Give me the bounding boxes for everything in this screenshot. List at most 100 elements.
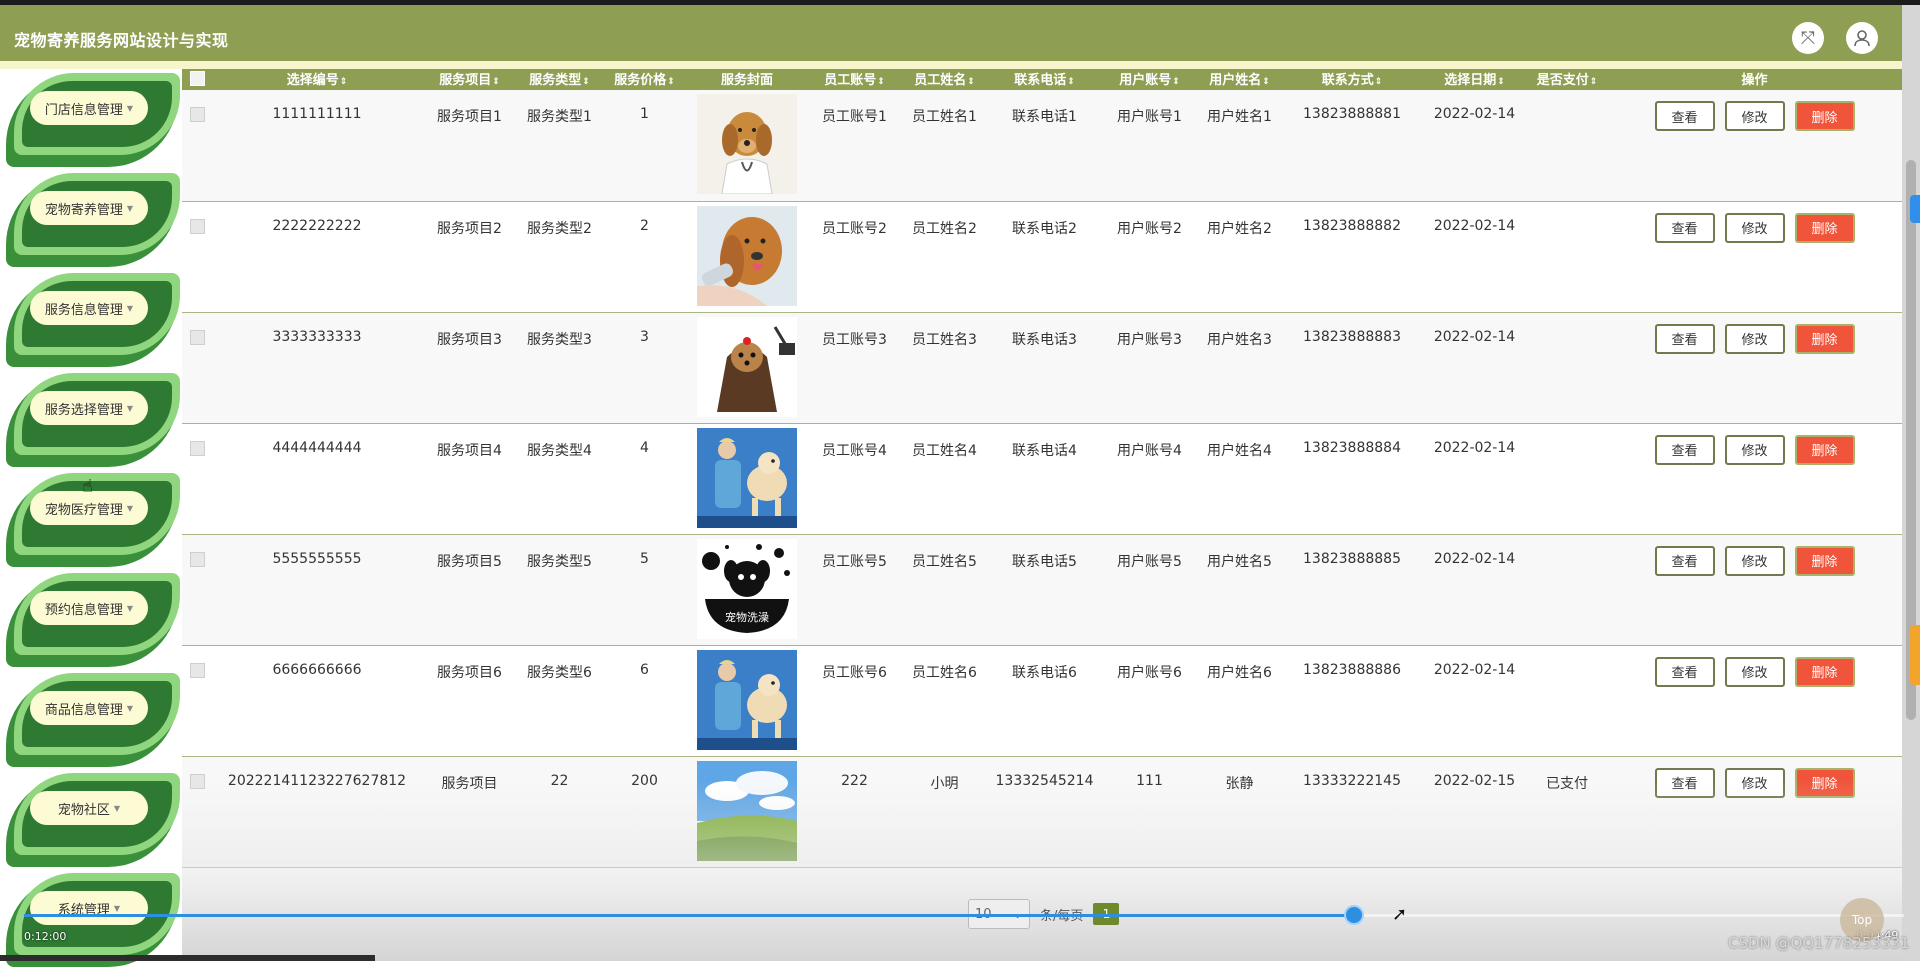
sidebar-item-system[interactable]: 系统管理 ▼: [0, 869, 182, 969]
col-header-cover: 服务封面: [687, 69, 807, 90]
row-checkbox[interactable]: [189, 329, 205, 345]
cell-price: 6: [640, 661, 649, 678]
video-progress-knob[interactable]: [1344, 905, 1364, 925]
video-progress-fill: [24, 914, 1354, 917]
fullscreen-icon[interactable]: ⤧: [1792, 22, 1824, 54]
cell-user-name: 用户姓名5: [1207, 553, 1272, 570]
delete-button[interactable]: 删除: [1794, 545, 1855, 576]
cell-price: 3: [640, 328, 649, 345]
table-row: 3333333333 服务项目3 服务类型3 3 员工账号3 员工姓名3 联系电…: [182, 312, 1902, 424]
sidebar-item-store[interactable]: 门店信息管理 ▼: [0, 69, 182, 169]
view-button[interactable]: 查看: [1654, 434, 1715, 465]
cell-type: 服务类型6: [527, 664, 592, 681]
sidebar-item-goods[interactable]: 商品信息管理 ▼: [0, 669, 182, 769]
edit-button[interactable]: 修改: [1724, 434, 1785, 465]
delete-button[interactable]: 删除: [1794, 434, 1855, 465]
sidebar-item-community[interactable]: 宠物社区 ▼: [0, 769, 182, 869]
col-header-emp-name[interactable]: 员工姓名⇕: [902, 69, 987, 90]
sidebar-item-label: 宠物医疗管理: [44, 502, 123, 518]
col-header-id[interactable]: 选择编号⇕: [212, 69, 422, 90]
cell-item: 服务项目6: [437, 664, 502, 681]
edit-button[interactable]: 修改: [1724, 545, 1785, 576]
view-button[interactable]: 查看: [1654, 656, 1715, 687]
sidebar-item-service-info[interactable]: 服务信息管理 ▼: [0, 269, 182, 369]
row-checkbox[interactable]: [189, 107, 205, 122]
col-header-contact[interactable]: 联系方式⇕: [1282, 69, 1422, 90]
chevron-down-icon: ▼: [126, 603, 134, 613]
cell-phone: 联系电话3: [1012, 331, 1077, 348]
row-checkbox[interactable]: [189, 551, 205, 567]
cell-item: 服务项目2: [437, 220, 502, 237]
edit-button[interactable]: 修改: [1724, 212, 1785, 243]
cell-phone: 联系电话2: [1012, 220, 1077, 237]
side-float-tab-orange[interactable]: [1910, 625, 1920, 685]
app-header: 宠物寄养服务网站设计与实现 ⤧: [0, 5, 1902, 61]
delete-button[interactable]: 删除: [1794, 101, 1855, 131]
sidebar-item-boarding[interactable]: 宠物寄养管理 ▼: [0, 169, 182, 269]
cell-contact: 13823888883: [1303, 328, 1401, 345]
edit-button[interactable]: 修改: [1724, 101, 1785, 131]
cell-price: 4: [640, 439, 649, 456]
sidebar-item-label: 服务信息管理: [44, 302, 123, 318]
cell-user-acc: 用户账号4: [1117, 442, 1182, 459]
cell-contact: 13823888886: [1303, 661, 1401, 678]
cell-paid: [1527, 535, 1607, 551]
sidebar: 门店信息管理 ▼ 宠物寄养管理 ▼ 服务信息管理 ▼ 服务选择管理 ▼ 宠物医疗管理 ▼ …: [0, 69, 182, 967]
table-row: 1111111111 服务项目1 服务类型1 1 员工账号1 员工姓名1 联系电…: [182, 90, 1902, 202]
col-header-paid[interactable]: 是否支付⇕: [1527, 69, 1607, 90]
cell-date: 2022-02-14: [1433, 661, 1516, 678]
cell-date: 2022-02-14: [1433, 550, 1516, 567]
table-row: 6666666666 服务项目6 服务类型6 6 员工账号6 员工姓名6 联系电…: [182, 645, 1902, 757]
cell-item: 服务项目1: [437, 109, 502, 125]
chevron-down-icon: ▼: [126, 403, 134, 413]
cell-paid: [1527, 313, 1607, 329]
sidebar-item-appointment[interactable]: 预约信息管理 ▼: [0, 569, 182, 669]
col-header-user-acc[interactable]: 用户账号⇕: [1102, 69, 1197, 90]
col-header-item[interactable]: 服务项目⇕: [422, 69, 517, 90]
chevron-down-icon: ▼: [113, 803, 121, 813]
view-button[interactable]: 查看: [1654, 545, 1715, 576]
col-header-user-name[interactable]: 用户姓名⇕: [1197, 69, 1282, 90]
delete-button[interactable]: 删除: [1794, 212, 1855, 243]
sidebar-item-label: 预约信息管理: [44, 602, 123, 618]
edit-button[interactable]: 修改: [1724, 656, 1785, 687]
col-header-price[interactable]: 服务价格⇕: [602, 69, 687, 90]
view-button[interactable]: 查看: [1654, 323, 1715, 354]
cell-date: 2022-02-14: [1433, 328, 1516, 345]
select-all-checkbox[interactable]: [182, 69, 212, 90]
side-float-tab[interactable]: [1910, 195, 1920, 223]
watermark: CSDN @QQ1778253331: [1728, 934, 1910, 952]
view-button[interactable]: 查看: [1654, 212, 1715, 243]
delete-button[interactable]: 删除: [1794, 656, 1855, 687]
app-title: 宠物寄养服务网站设计与实现: [14, 31, 229, 50]
edit-button[interactable]: 修改: [1724, 323, 1785, 354]
sidebar-item-service-select[interactable]: 服务选择管理 ▼: [0, 369, 182, 469]
row-checkbox[interactable]: [189, 662, 205, 678]
col-header-emp-acc[interactable]: 员工账号⇕: [807, 69, 902, 90]
cover-image-pet-wash-logo: 宠物洗澡: [697, 538, 797, 639]
view-button[interactable]: 查看: [1654, 101, 1715, 131]
cell-user-name: 用户姓名6: [1207, 664, 1272, 681]
cell-user-name: 用户姓名4: [1207, 442, 1272, 459]
row-checkbox[interactable]: [189, 440, 205, 456]
video-overlay-gradient: [182, 780, 1902, 961]
cell-emp-name: 员工姓名4: [912, 442, 977, 459]
chevron-down-icon: ▼: [113, 903, 121, 913]
cell-emp-acc: 员工账号5: [822, 553, 887, 570]
sidebar-item-label: 商品信息管理: [44, 702, 123, 718]
table-header-row: 选择编号⇕ 服务项目⇕ 服务类型⇕ 服务价格⇕ 服务封面 员工账号⇕ 员工姓名⇕…: [182, 69, 1902, 90]
cell-emp-acc: 员工账号4: [822, 442, 887, 459]
user-icon[interactable]: [1846, 22, 1878, 54]
col-header-type[interactable]: 服务类型⇕: [517, 69, 602, 90]
col-header-date[interactable]: 选择日期⇕: [1422, 69, 1527, 90]
delete-button[interactable]: 删除: [1794, 323, 1855, 354]
cell-date: 2022-02-14: [1433, 217, 1516, 234]
chevron-down-icon: ▼: [126, 203, 134, 213]
cell-type: 服务类型2: [527, 220, 592, 237]
col-header-phone[interactable]: 联系电话⇕: [987, 69, 1102, 90]
row-checkbox[interactable]: [189, 218, 205, 234]
chevron-down-icon: ▼: [126, 503, 134, 513]
cell-user-acc: 用户账号3: [1117, 331, 1182, 348]
cell-emp-name: 员工姓名5: [912, 553, 977, 570]
cell-user-acc: 用户账号6: [1117, 664, 1182, 681]
